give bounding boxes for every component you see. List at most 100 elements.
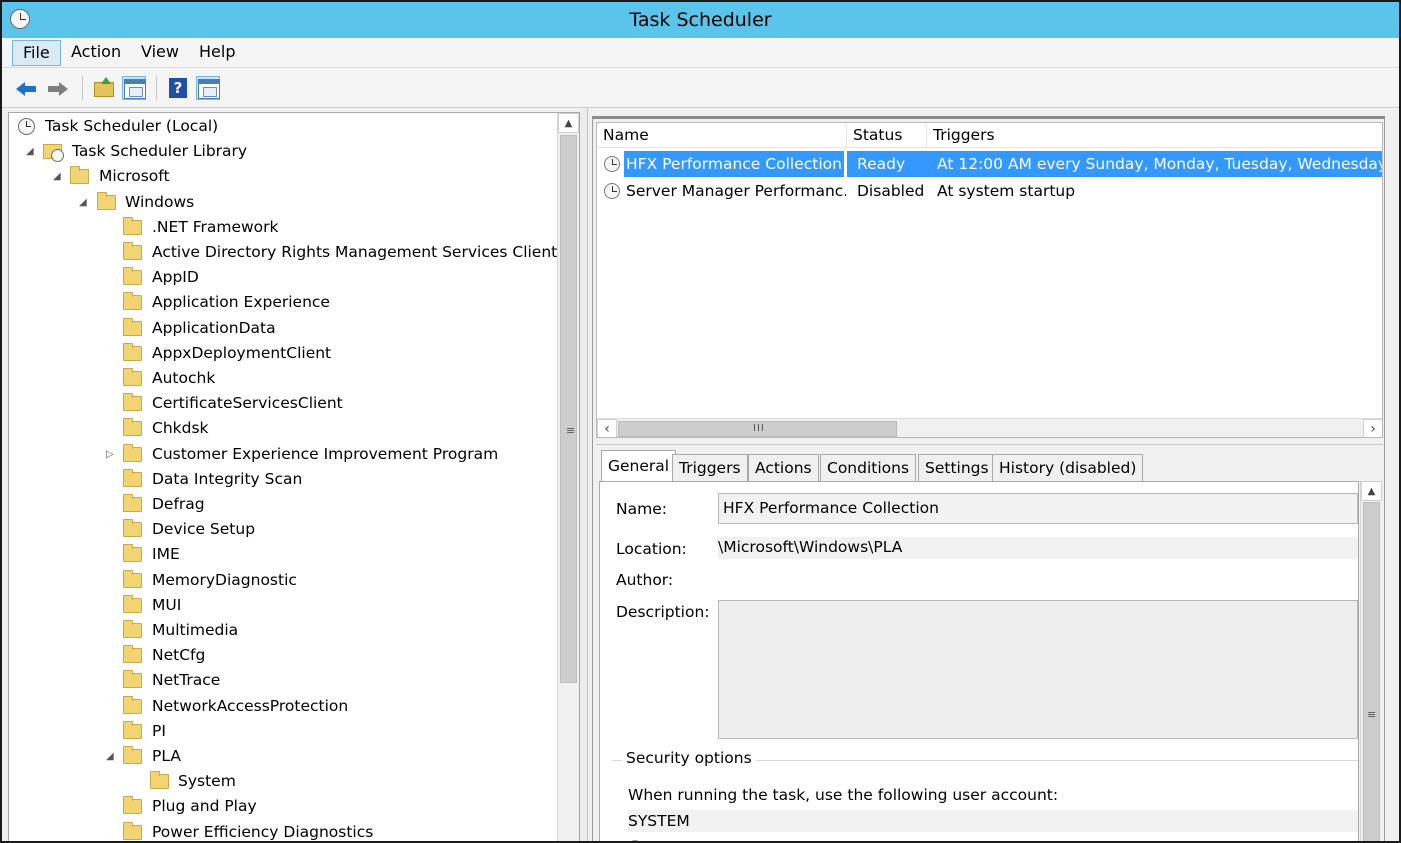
tree-item-windows[interactable]: ◢ Windows bbox=[9, 190, 557, 215]
tree-item-folder[interactable]: Autochk bbox=[9, 366, 557, 391]
pane-splitter[interactable] bbox=[580, 108, 588, 841]
tree-vertical-scrollbar[interactable]: ▲ ≡ bbox=[557, 113, 579, 841]
tree-item-folder[interactable]: Active Directory Rights Management Servi… bbox=[9, 240, 557, 265]
tree-item-label: AppxDeploymentClient bbox=[152, 343, 332, 362]
column-header-triggers[interactable]: Triggers bbox=[927, 123, 1382, 148]
task-triggers: At 12:00 AM every Sunday, Monday, Tuesda… bbox=[927, 151, 1382, 177]
tree-item-label: Defrag bbox=[152, 495, 205, 513]
task-location-field[interactable]: \Microsoft\Windows\PLA bbox=[718, 537, 1358, 559]
folder-icon bbox=[123, 317, 142, 336]
table-row[interactable]: HFX Performance Collection Ready At 12:0… bbox=[597, 151, 1382, 177]
task-author-field[interactable] bbox=[718, 568, 1358, 590]
task-description-field[interactable] bbox=[718, 600, 1358, 739]
collapse-icon[interactable]: ◢ bbox=[106, 744, 116, 769]
tree-item-folder[interactable]: Multimedia bbox=[9, 618, 557, 643]
folder-icon bbox=[123, 796, 142, 815]
scroll-right-button[interactable]: › bbox=[1363, 419, 1382, 437]
tree-item-folder[interactable]: NetCfg bbox=[9, 643, 557, 668]
vertical-scroll-thumb[interactable]: ≡ bbox=[1363, 502, 1380, 841]
help-button[interactable]: ? bbox=[166, 76, 190, 100]
column-header-status[interactable]: Status bbox=[847, 123, 927, 148]
folder-icon bbox=[123, 267, 142, 286]
tree-item-folder[interactable]: NetTrace bbox=[9, 668, 557, 693]
collapse-icon[interactable]: ◢ bbox=[26, 139, 36, 164]
scroll-up-button[interactable]: ▲ bbox=[558, 113, 579, 133]
tree-item-folder[interactable]: NetworkAccessProtection bbox=[9, 694, 557, 719]
tree-item-folder[interactable]: Application Experience bbox=[9, 290, 557, 315]
tree-item-folder[interactable]: Data Integrity Scan bbox=[9, 467, 557, 492]
window-title: Task Scheduler bbox=[629, 9, 772, 31]
folder-icon bbox=[123, 292, 142, 311]
tab-conditions[interactable]: Conditions bbox=[820, 454, 917, 482]
vertical-scroll-thumb[interactable]: ≡ bbox=[560, 135, 577, 683]
task-triggers: At system startup bbox=[937, 182, 1076, 200]
tab-general[interactable]: General bbox=[601, 450, 677, 482]
tree-item-folder[interactable]: ApplicationData bbox=[9, 316, 557, 341]
folder-icon bbox=[123, 519, 142, 538]
tree-item-folder[interactable]: PI bbox=[9, 719, 557, 744]
tab-actions[interactable]: Actions bbox=[748, 454, 819, 482]
forward-button[interactable] bbox=[46, 76, 70, 100]
folder-icon bbox=[123, 544, 142, 563]
tree-item-folder[interactable]: MemoryDiagnostic bbox=[9, 568, 557, 593]
show-hide-action-pane-button[interactable] bbox=[196, 76, 220, 100]
tree-item-library[interactable]: ◢ Task Scheduler Library bbox=[9, 139, 557, 164]
console-tree[interactable]: Task Scheduler (Local) ◢ Task Scheduler Li… bbox=[8, 112, 580, 841]
menu-help[interactable]: Help bbox=[189, 40, 245, 66]
expand-icon[interactable]: ▷ bbox=[106, 442, 116, 467]
tab-triggers[interactable]: Triggers bbox=[672, 454, 748, 482]
tree-item-label: Power Efficiency Diagnostics bbox=[152, 822, 374, 841]
tree-item-folder[interactable]: AppxDeploymentClient bbox=[9, 341, 557, 366]
folder-icon bbox=[123, 594, 142, 613]
tree-item-folder[interactable]: ▷ Customer Experience Improvement Program bbox=[9, 442, 557, 467]
help-icon: ? bbox=[169, 78, 187, 98]
menu-action[interactable]: Action bbox=[61, 40, 131, 66]
folder-icon bbox=[123, 342, 142, 361]
tree-item-root[interactable]: Task Scheduler (Local) bbox=[9, 114, 557, 139]
folder-up-icon bbox=[94, 77, 114, 97]
task-list[interactable]: Name Status Triggers HFX Performance Col… bbox=[596, 122, 1383, 438]
user-account-field: SYSTEM bbox=[628, 810, 1358, 832]
tree-item-folder[interactable]: Device Setup bbox=[9, 517, 557, 542]
clock-icon bbox=[18, 118, 35, 135]
task-name-field[interactable]: HFX Performance Collection bbox=[718, 493, 1358, 524]
tree-item-label: Microsoft bbox=[99, 167, 170, 186]
tree-item-folder[interactable]: MUI bbox=[9, 593, 557, 618]
back-button[interactable] bbox=[14, 76, 38, 100]
table-row[interactable]: Server Manager Performanc... Disabled At… bbox=[597, 178, 1382, 204]
detail-vertical-scrollbar[interactable]: ▲ ≡ bbox=[1360, 481, 1382, 841]
tree-item-label: Application Experience bbox=[152, 293, 330, 312]
show-hide-console-tree-button[interactable] bbox=[122, 76, 146, 100]
action-pane-icon bbox=[198, 79, 220, 99]
scroll-up-button[interactable]: ▲ bbox=[1361, 481, 1382, 501]
tree-item-folder[interactable]: Chkdsk bbox=[9, 416, 557, 441]
console-tree-icon bbox=[124, 79, 146, 99]
tree-item-folder[interactable]: Power Efficiency Diagnostics bbox=[9, 820, 557, 841]
menu-view[interactable]: View bbox=[131, 40, 189, 66]
tree-item-folder[interactable]: System bbox=[9, 769, 557, 794]
tree-item-folder[interactable]: ◢ PLA bbox=[9, 744, 557, 769]
tab-history[interactable]: History (disabled) bbox=[992, 454, 1144, 482]
tab-settings[interactable]: Settings bbox=[918, 454, 996, 482]
task-name: Server Manager Performanc... bbox=[626, 182, 846, 200]
folder-icon bbox=[123, 468, 142, 487]
menu-file[interactable]: File bbox=[12, 40, 61, 66]
description-label: Description: bbox=[616, 603, 710, 621]
scroll-left-button[interactable]: ‹ bbox=[597, 419, 617, 437]
horizontal-scroll-thumb[interactable]: III bbox=[618, 421, 897, 437]
tree-item-folder[interactable]: .NET Framework bbox=[9, 215, 557, 240]
tree-item-folder[interactable]: AppID bbox=[9, 265, 557, 290]
tree-item-folder[interactable]: CertificateServicesClient bbox=[9, 391, 557, 416]
up-one-level-button[interactable] bbox=[92, 76, 116, 100]
tree-item-folder[interactable]: IME bbox=[9, 542, 557, 567]
collapse-icon[interactable]: ◢ bbox=[53, 164, 63, 189]
tree-item-folder[interactable]: Defrag bbox=[9, 492, 557, 517]
tree-item-microsoft[interactable]: ◢ Microsoft bbox=[9, 164, 557, 189]
tree-item-folder[interactable]: Plug and Play bbox=[9, 794, 557, 819]
folder-icon bbox=[123, 821, 142, 840]
collapse-icon[interactable]: ◢ bbox=[79, 190, 89, 215]
back-arrow-shaft bbox=[24, 86, 36, 92]
scroll-grip: ≡ bbox=[1367, 708, 1377, 721]
column-header-name[interactable]: Name bbox=[597, 123, 847, 148]
task-list-horizontal-scrollbar[interactable]: ‹ III › bbox=[597, 418, 1382, 437]
